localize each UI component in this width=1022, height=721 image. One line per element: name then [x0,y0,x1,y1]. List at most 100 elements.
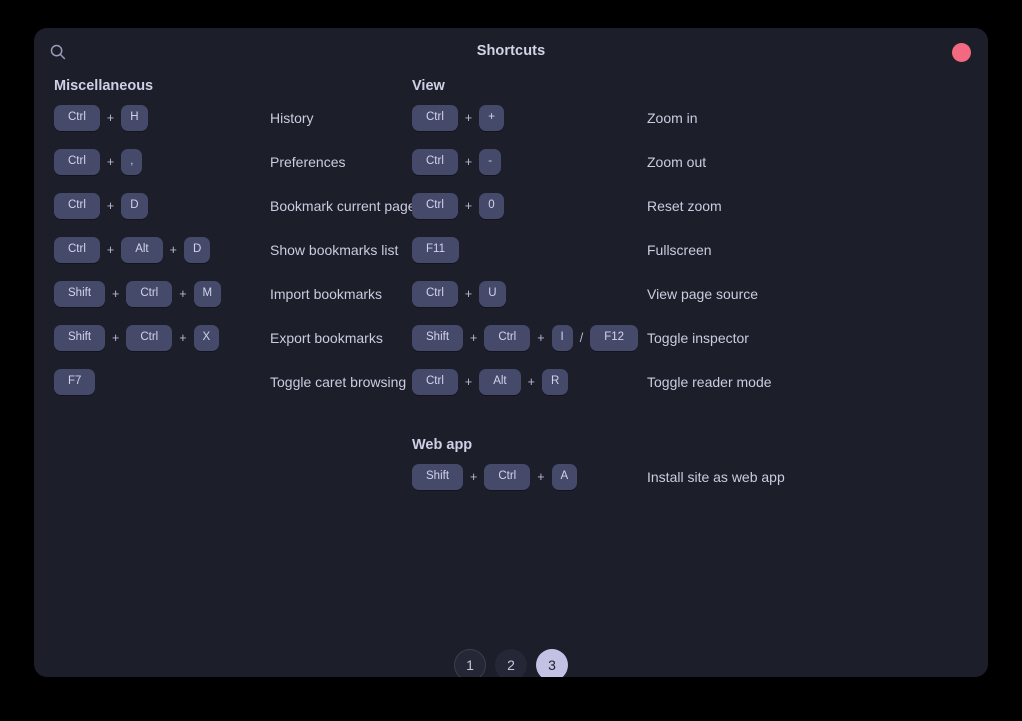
close-icon[interactable] [952,43,971,62]
key-combo: Shift + Ctrl + I / F12 [412,325,639,351]
shortcut-description: Fullscreen [647,242,712,258]
shortcut-description: Toggle inspector [647,330,749,346]
shortcut-description: Install site as web app [647,469,785,485]
shortcut-row: Ctrl + D Bookmark current page [54,184,416,228]
key-combo: Ctrl + Alt + R [412,369,569,395]
key-cap: M [193,281,222,307]
key-separator-plus: + [464,199,473,213]
section-title: Miscellaneous [54,78,154,94]
key-combo: Ctrl + H [54,105,148,131]
key-cap: - [479,149,502,175]
shortcut-description: Show bookmarks list [270,242,399,258]
shortcuts-window: Shortcuts Miscellaneous Ctrl + H History Ctrl… [34,28,988,677]
key-cap: Ctrl [126,281,173,307]
key-cap: F12 [590,325,639,351]
key-separator-plus: + [112,287,120,301]
key-separator-or: / [579,331,584,345]
key-cap: Shift [54,325,106,351]
shortcut-row: Shift + Ctrl + I / F12 Toggle inspector [412,316,882,360]
key-cap: A [551,464,578,490]
key-cap: Ctrl [54,149,100,175]
key-combo: Ctrl +, [54,149,143,175]
key-separator-plus: + [527,375,535,389]
key-cap: Ctrl [412,105,458,131]
key-separator-plus: + [106,243,115,257]
key-cap: Ctrl [412,149,458,175]
shortcut-row: F11 Fullscreen [412,228,882,272]
shortcut-description: Zoom out [647,154,707,170]
key-combo: Shift + Ctrl + A [412,464,578,490]
shortcut-list: Ctrl + + Zoom in Ctrl + - Zoom out Ctrl +0 Reset z… [412,96,882,404]
key-cap: + [479,105,504,131]
key-cap: Shift [412,464,464,490]
shortcut-row: F7 Toggle caret browsing [54,360,414,404]
page-dot-2[interactable]: 2 [495,649,527,677]
window-header: Shortcuts [34,28,988,76]
key-cap: Ctrl [54,237,100,263]
key-cap: Ctrl [54,193,100,219]
shortcut-description: Zoom in [647,110,698,126]
key-cap: Shift [54,281,106,307]
shortcut-description: Reset zoom [647,198,722,214]
shortcut-row: Ctrl +, Preferences [54,140,414,184]
key-separator-plus: + [464,155,473,169]
key-separator-plus: + [537,470,545,484]
key-separator-plus: + [169,243,177,257]
key-cap: U [479,281,506,307]
key-combo: Ctrl + U [412,281,506,307]
shortcut-row: Ctrl + - Zoom out [412,140,882,184]
shortcut-description: View page source [647,286,759,302]
page-dot-3[interactable]: 3 [536,649,568,677]
shortcut-description: Toggle caret browsing [270,374,407,390]
section-title: View [412,78,445,94]
key-cap: R [541,369,569,395]
key-cap: Ctrl [484,325,531,351]
key-cap: , [121,149,143,175]
column-right: View Ctrl + + Zoom in Ctrl + - Zoom out Ctrl +0 Res… [412,76,882,499]
key-combo: F7 [54,369,96,395]
shortcut-description: Toggle reader mode [647,374,772,390]
key-combo: Ctrl + + [412,105,504,131]
key-cap: Shift [412,325,464,351]
key-cap: 0 [479,193,504,219]
shortcut-description: Export bookmarks [270,330,383,346]
key-combo: Ctrl + D [54,193,148,219]
key-cap: D [183,237,211,263]
key-cap: D [121,193,148,219]
key-separator-plus: + [179,287,187,301]
shortcut-row: Ctrl + U View page source [412,272,882,316]
key-combo: F11 [412,237,459,263]
shortcut-description: History [270,110,314,126]
key-cap: X [193,325,220,351]
key-separator-plus: + [470,470,478,484]
key-cap: Ctrl [412,193,458,219]
window-title: Shortcuts [476,43,546,59]
key-separator-plus: + [537,331,545,345]
shortcut-description: Preferences [270,154,346,170]
key-cap: H [121,105,148,131]
key-combo: Shift + Ctrl + X [54,325,220,351]
shortcut-row: Shift + Ctrl + X Export bookmarks [54,316,414,360]
key-cap: Alt [479,369,521,395]
shortcut-row: Ctrl + H History [54,96,414,140]
key-separator-plus: + [464,375,473,389]
key-separator-plus: + [106,199,115,213]
shortcut-description: Bookmark current page [270,198,416,214]
shortcut-row: Shift + Ctrl + M Import bookmarks [54,272,414,316]
key-combo: Shift + Ctrl + M [54,281,222,307]
section-title: Web app [412,437,473,453]
shortcut-row: Ctrl + Alt + R Toggle reader mode [412,360,882,404]
key-separator-plus: + [464,287,473,301]
key-cap: Alt [121,237,163,263]
key-separator-plus: + [470,331,478,345]
key-cap: I [551,325,573,351]
key-cap: Ctrl [412,369,458,395]
key-cap: Ctrl [484,464,531,490]
shortcut-row: Shift + Ctrl + A Install site as web app [412,455,882,499]
shortcut-row: Ctrl + + Zoom in [412,96,882,140]
shortcut-row: Ctrl +0 Reset zoom [412,184,882,228]
shortcut-row: Ctrl + Alt + D Show bookmarks list [54,228,414,272]
page-dot-1[interactable]: 1 [454,649,486,677]
screen: Shortcuts Miscellaneous Ctrl + H History Ctrl… [0,0,1022,721]
